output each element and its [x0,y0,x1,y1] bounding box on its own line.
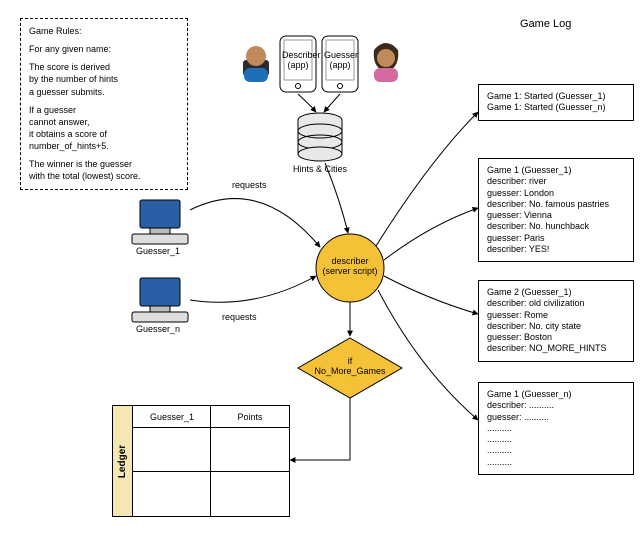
log-line: describer: No. city state [487,321,625,332]
guesser-n-label: Guesser_n [136,324,180,334]
log-line: describer: YES! [487,244,625,255]
ledger-cell [132,471,212,517]
ledger-cell [132,427,212,473]
log-box-2: Game 1 (Guesser_1) describer: river gues… [478,158,634,262]
rules-title: Game Rules: [29,25,179,37]
gamelog-title: Game Log [520,18,571,30]
log-line: Game 1 (Guesser_1) [487,165,625,176]
log-line: Game 1 (Guesser_n) [487,389,625,400]
guesser-1-label: Guesser_1 [136,246,180,256]
log-line: .......... [487,457,625,468]
ledger-header-guesser: Guesser_1 [132,405,212,429]
rules-line: The winner is the guesser [29,158,179,170]
rules-line: it obtains a score of [29,128,179,140]
rules-line: For any given name: [29,43,179,55]
log-line: guesser: London [487,188,625,199]
log-line: describer: old civilization [487,298,625,309]
ledger-header-points: Points [210,405,290,429]
log-line: describer: .......... [487,400,625,411]
log-line: Game 1: Started (Guesser_n) [487,102,625,113]
rules-line: by the number of hints [29,73,179,85]
log-line: guesser: Rome [487,310,625,321]
database-icon [298,113,342,161]
decision-label: if No_More_Games [314,356,386,376]
rules-line: with the total (lowest) score. [29,170,179,182]
guesser-n-computer-icon [132,278,188,322]
log-line: .......... [487,434,625,445]
log-line: .......... [487,423,625,434]
ledger-label-box: Ledger [112,405,134,517]
log-line: Game 1: Started (Guesser_1) [487,91,625,102]
ledger-cell [210,471,290,517]
log-line: Game 2 (Guesser_1) [487,287,625,298]
rules-box: Game Rules: For any given name: The scor… [20,18,188,190]
rules-line: If a guesser [29,104,179,116]
log-line: guesser: .......... [487,412,625,423]
guesser-app-label: Guesser (app) [324,50,356,70]
log-line: guesser: Vienna [487,210,625,221]
log-line: .......... [487,445,625,456]
ledger-label: Ledger [118,444,129,477]
requests-label-1: requests [232,180,267,190]
rules-line: a guesser submits. [29,86,179,98]
describer-node-label: describer (server script) [318,256,382,276]
describer-avatar-icon [243,46,269,82]
log-line: guesser: Boston [487,332,625,343]
describer-app-label: Describer (app) [282,50,314,70]
log-box-3: Game 2 (Guesser_1) describer: old civili… [478,280,634,362]
log-box-4: Game 1 (Guesser_n) describer: ..........… [478,382,634,475]
requests-label-2: requests [222,312,257,322]
log-line: describer: No. famous pastries [487,199,625,210]
ledger-cell [210,427,290,473]
log-line: describer: No. hunchback [487,221,625,232]
rules-line: cannot answer, [29,116,179,128]
log-line: describer: NO_MORE_HINTS [487,343,625,354]
log-box-1: Game 1: Started (Guesser_1) Game 1: Star… [478,84,634,121]
db-label: Hints & Cities [290,164,350,174]
log-line: describer: river [487,176,625,187]
log-line: guesser: Paris [487,233,625,244]
rules-line: The score is derived [29,61,179,73]
guesser-avatar-icon [374,43,399,82]
rules-line: number_of_hints+5. [29,140,179,152]
guesser-1-computer-icon [132,200,188,244]
